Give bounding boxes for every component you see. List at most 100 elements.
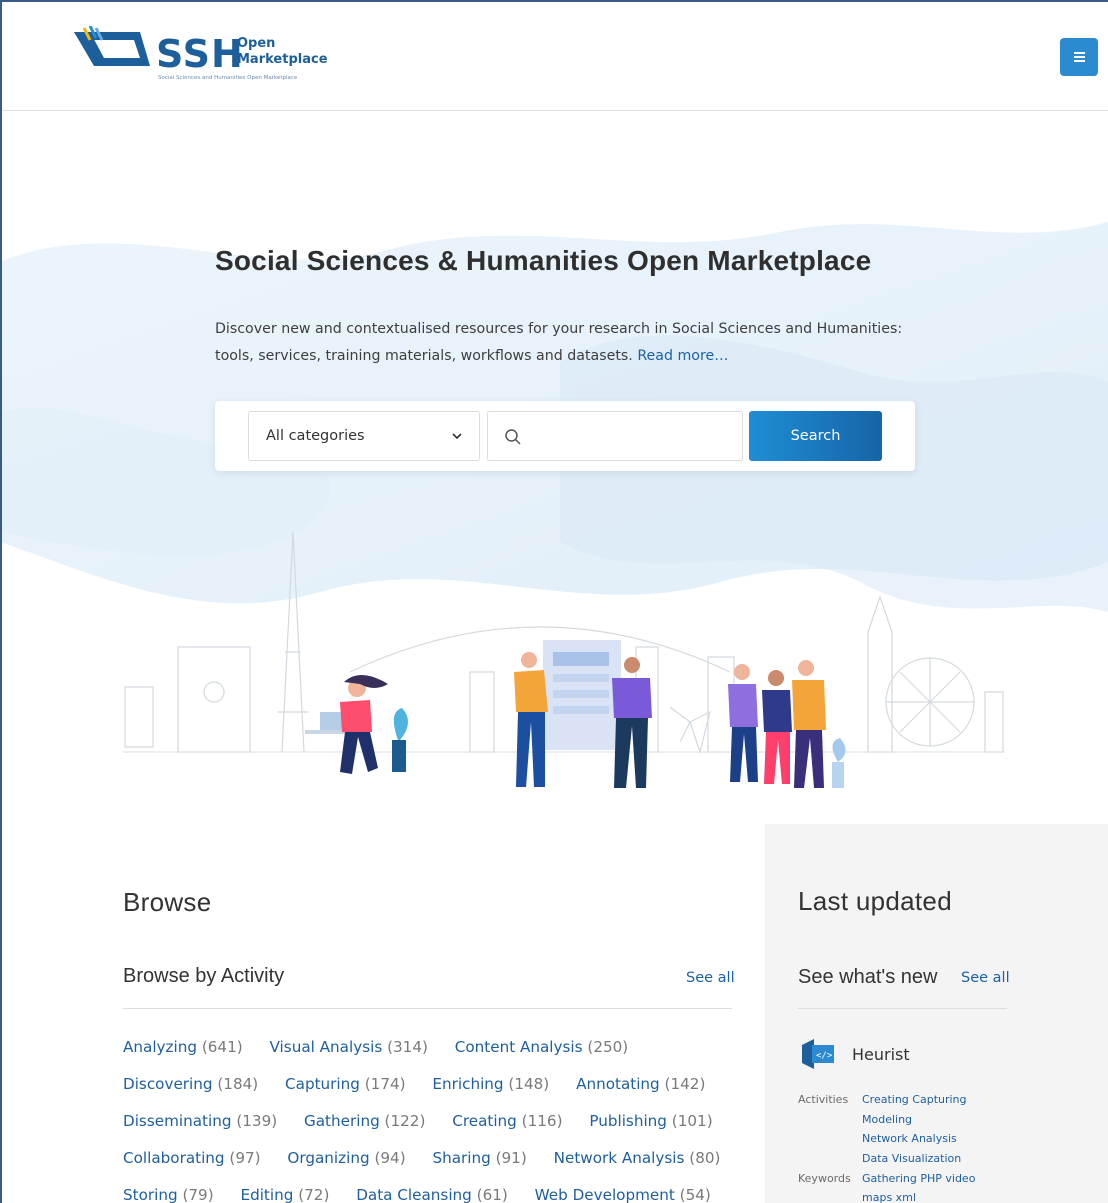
- activity-name: Enriching: [432, 1075, 504, 1093]
- activity-name: Creating: [452, 1112, 517, 1130]
- activity-row: Collaborating (97) Organizing (94) Shari…: [123, 1148, 742, 1168]
- activity-count: (101): [671, 1112, 713, 1130]
- hero-description: Discover new and contextualised resource…: [215, 316, 905, 370]
- activity-link[interactable]: Content Analysis (250): [455, 1037, 628, 1057]
- ssh-logo-mark-icon: [74, 26, 150, 66]
- activity-name: Collaborating: [123, 1149, 225, 1167]
- activity-link[interactable]: Creating (116): [452, 1111, 562, 1131]
- activity-name: Network Analysis: [553, 1149, 685, 1167]
- activity-count: (174): [364, 1075, 406, 1093]
- activity-count: (54): [679, 1186, 711, 1203]
- activity-link[interactable]: Editing (72): [240, 1185, 329, 1203]
- browse-by-activity-heading: Browse by Activity: [123, 965, 285, 987]
- activity-tag[interactable]: Data Visualization: [862, 1152, 961, 1165]
- hamburger-menu-icon[interactable]: [1060, 38, 1098, 76]
- activity-name: Publishing: [589, 1112, 667, 1130]
- last-updated-see-all-link[interactable]: See all: [961, 970, 1010, 986]
- activity-name: Data Cleansing: [356, 1186, 472, 1203]
- keywords-label: Keywords: [798, 1172, 851, 1185]
- divider: [123, 1008, 732, 1009]
- activity-link[interactable]: Data Cleansing (61): [356, 1185, 508, 1203]
- activity-count: (80): [689, 1149, 721, 1167]
- see-whats-new-heading: See what's new: [798, 966, 938, 988]
- activity-count: (122): [384, 1112, 426, 1130]
- logo-open-marketplace-text: Open Marketplace: [237, 36, 328, 68]
- activity-name: Annotating: [576, 1075, 660, 1093]
- activity-link[interactable]: Collaborating (97): [123, 1148, 261, 1168]
- site-header: SSH Open Marketplace Social Sciences and…: [0, 0, 1108, 111]
- activity-name: Content Analysis: [454, 1038, 583, 1056]
- activity-name: Disseminating: [123, 1112, 232, 1130]
- keyword-tag[interactable]: maps xml: [862, 1191, 916, 1203]
- activity-link[interactable]: Network Analysis (80): [554, 1148, 721, 1168]
- activity-link[interactable]: Storing (79): [123, 1185, 214, 1203]
- site-logo[interactable]: SSH Open Marketplace Social Sciences and…: [70, 22, 340, 88]
- activity-count: (97): [229, 1149, 261, 1167]
- activity-name: Sharing: [432, 1149, 491, 1167]
- activity-link[interactable]: Annotating (142): [576, 1074, 705, 1094]
- activity-count: (250): [587, 1038, 629, 1056]
- tool-code-icon: </>: [802, 1039, 834, 1069]
- activity-link[interactable]: Capturing (174): [285, 1074, 406, 1094]
- keyword-tag[interactable]: Gathering PHP video: [862, 1172, 975, 1185]
- activity-link[interactable]: Gathering (122): [304, 1111, 425, 1131]
- activity-count: (142): [664, 1075, 706, 1093]
- item-title-link[interactable]: Heurist: [852, 1045, 910, 1064]
- activity-row: Storing (79) Editing (72) Data Cleansing…: [123, 1185, 733, 1203]
- hero-description-text: Discover new and contextualised resource…: [215, 321, 903, 364]
- activity-link[interactable]: Sharing (91): [432, 1148, 526, 1168]
- activity-tag[interactable]: Network Analysis: [862, 1132, 957, 1145]
- activity-count: (116): [521, 1112, 563, 1130]
- logo-marketplace-word: Marketplace: [237, 52, 328, 67]
- read-more-link[interactable]: Read more…: [637, 348, 728, 364]
- category-select-value: All categories: [266, 428, 365, 444]
- logo-ssh-text: SSH: [156, 32, 244, 76]
- activity-name: Web Development: [534, 1186, 675, 1203]
- activity-link[interactable]: Web Development (54): [535, 1185, 711, 1203]
- activity-count: (91): [495, 1149, 527, 1167]
- activity-count: (641): [201, 1038, 243, 1056]
- activity-count: (148): [508, 1075, 550, 1093]
- last-updated-heading: Last updated: [798, 886, 952, 916]
- last-updated-panel: [765, 824, 1108, 1203]
- activity-count: (94): [374, 1149, 406, 1167]
- search-card: All categories Search: [215, 401, 915, 471]
- browse-heading: Browse: [123, 887, 212, 917]
- activity-tag[interactable]: Creating Capturing: [862, 1093, 967, 1106]
- activity-link[interactable]: Discovering (184): [123, 1074, 258, 1094]
- logo-open-word: Open: [237, 36, 276, 51]
- activity-name: Editing: [240, 1186, 294, 1203]
- activities-label: Activities: [798, 1093, 849, 1106]
- activity-count: (139): [236, 1112, 278, 1130]
- activity-count: (72): [298, 1186, 330, 1203]
- activity-count: (184): [217, 1075, 259, 1093]
- hero-title: Social Sciences & Humanities Open Market…: [215, 245, 872, 276]
- activity-tag[interactable]: Modeling: [862, 1113, 912, 1126]
- menu-line: [1074, 60, 1085, 62]
- activity-link[interactable]: Visual Analysis (314): [270, 1037, 428, 1057]
- activity-name: Gathering: [303, 1112, 380, 1130]
- category-select[interactable]: All categories: [248, 411, 480, 461]
- logo-tagline: Social Sciences and Humanities Open Mark…: [158, 75, 298, 81]
- activity-link[interactable]: Enriching (148): [432, 1074, 549, 1094]
- search-input[interactable]: [532, 422, 732, 452]
- chevron-down-icon: [452, 433, 462, 440]
- activity-link[interactable]: Organizing (94): [287, 1148, 405, 1168]
- search-button[interactable]: Search: [749, 411, 882, 461]
- activity-name: Organizing: [287, 1149, 370, 1167]
- divider: [798, 1008, 1007, 1009]
- activity-link[interactable]: Publishing (101): [589, 1111, 712, 1131]
- activity-link[interactable]: Disseminating (139): [123, 1111, 277, 1131]
- activity-row: Discovering (184) Capturing (174) Enrich…: [123, 1074, 727, 1094]
- activity-row: Disseminating (139) Gathering (122) Crea…: [123, 1111, 735, 1131]
- activity-name: Storing: [123, 1186, 178, 1203]
- activity-link[interactable]: Analyzing (641): [123, 1037, 243, 1057]
- svg-text:</>: </>: [816, 1051, 833, 1061]
- activity-name: Analyzing: [123, 1038, 197, 1056]
- menu-line: [1074, 56, 1085, 58]
- activity-name: Visual Analysis: [269, 1038, 383, 1056]
- menu-line: [1074, 52, 1085, 54]
- search-input-box[interactable]: [487, 411, 743, 461]
- activity-count: (314): [387, 1038, 428, 1056]
- browse-see-all-link[interactable]: See all: [686, 970, 735, 986]
